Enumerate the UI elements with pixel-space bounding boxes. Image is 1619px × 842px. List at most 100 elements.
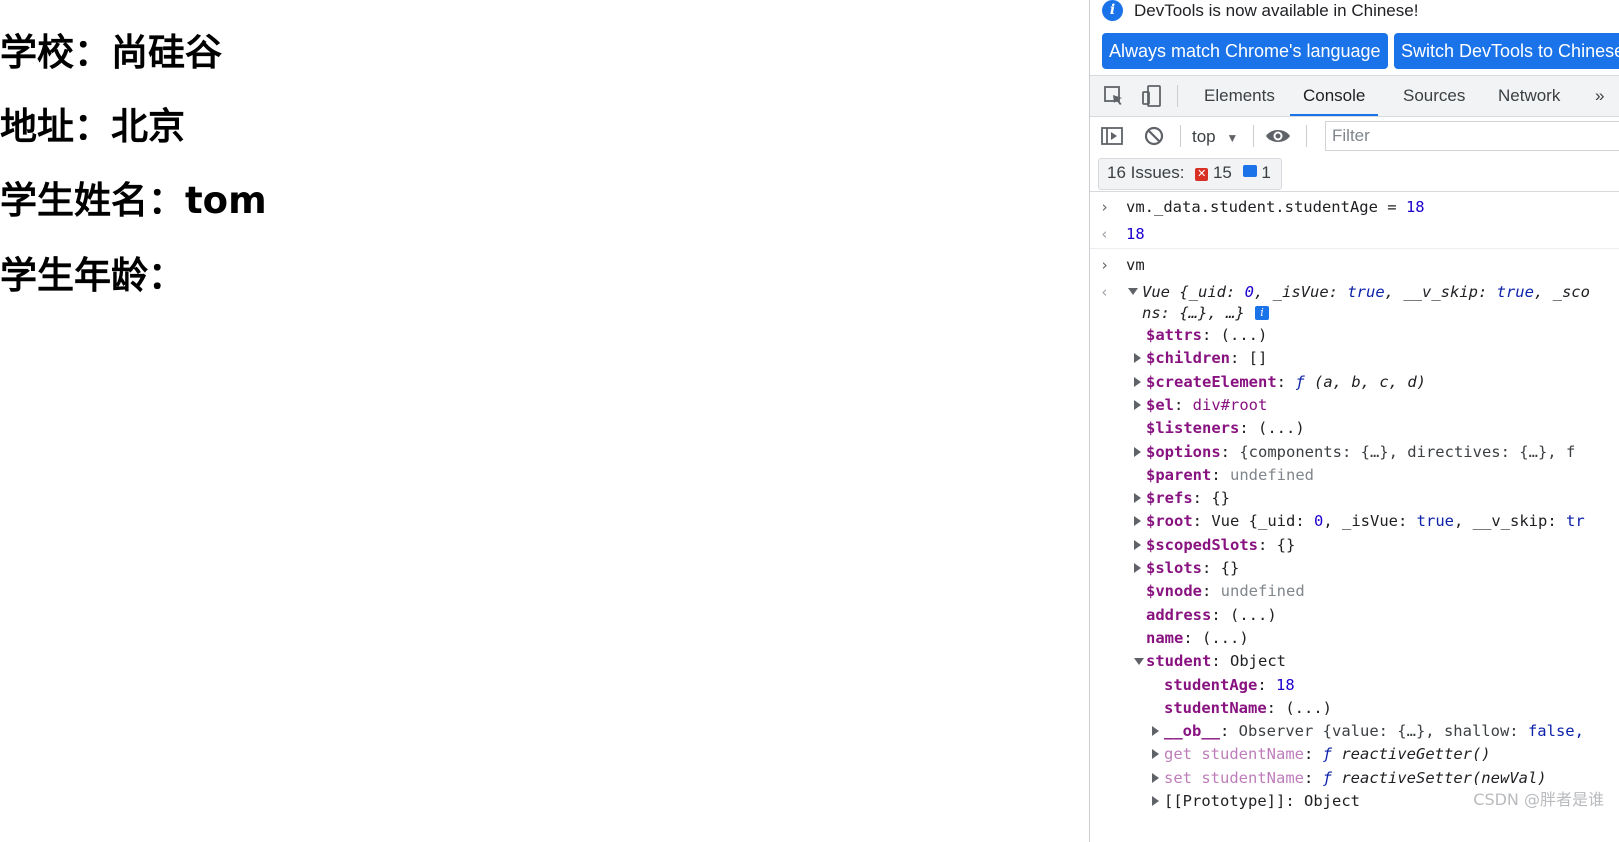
command-value: 18 (1405, 198, 1425, 216)
property-key: get studentName (1164, 745, 1304, 764)
property-value: {} (1276, 535, 1296, 554)
inspect-icon[interactable] (1102, 84, 1126, 108)
page-content: 学校：尚硅谷 地址：北京 学生姓名：tom 学生年龄： (0, 0, 1089, 842)
property-key: $listeners (1146, 419, 1240, 438)
property-key: $el (1146, 395, 1174, 414)
eye-icon[interactable] (1265, 124, 1291, 148)
property-key: $scopedSlots (1146, 535, 1258, 554)
property-separator: : (1211, 465, 1230, 484)
sidebar-icon[interactable] (1100, 124, 1124, 148)
property-separator: : (1211, 605, 1230, 624)
command-text: vm (1126, 256, 1145, 274)
property-key: $refs (1146, 489, 1193, 508)
tab-elements[interactable]: Elements (1204, 76, 1275, 116)
tab-console[interactable]: Console (1290, 76, 1379, 116)
info-icon: i (1102, 0, 1123, 21)
property-value: (...) (1230, 605, 1277, 624)
always-match-language-button[interactable]: Always match Chrome's language (1102, 33, 1388, 69)
property-key: $attrs (1146, 326, 1202, 344)
function-glyph: ƒ (1322, 745, 1332, 764)
property-value: [] (1248, 349, 1268, 368)
tab-sources[interactable]: Sources (1403, 76, 1465, 116)
language-infobar: i DevTools is now available in Chinese! … (1090, 0, 1619, 73)
expand-arrow-icon[interactable] (1134, 563, 1141, 573)
tab-network[interactable]: Network (1498, 76, 1560, 116)
property-separator: : (1303, 745, 1323, 764)
property-value: Object (1304, 792, 1360, 810)
property-separator: : (1202, 582, 1221, 601)
result-arrow-icon: ‹ (1100, 225, 1110, 243)
command-text: vm._data.student.studentAge = (1126, 198, 1406, 216)
expand-arrow-icon[interactable] (1134, 493, 1141, 504)
clear-console-icon[interactable] (1142, 124, 1166, 148)
property-number: 0 (1314, 512, 1324, 531)
expand-arrow-icon[interactable] (1152, 749, 1159, 760)
property-value: (...) (1258, 419, 1305, 438)
property-key: __ob__ (1164, 722, 1220, 741)
issues-info-count: 1 (1261, 163, 1271, 182)
expand-arrow-icon[interactable] (1134, 658, 1144, 666)
property-separator: : (1285, 792, 1304, 810)
issues-button[interactable]: 16 Issues: ✕ 15 1 (1098, 158, 1282, 190)
switch-devtools-chinese-button[interactable]: Switch DevTools to Chinese (1394, 33, 1619, 69)
context-label: top (1192, 127, 1216, 146)
property-key: student (1146, 652, 1212, 671)
expand-arrow-icon[interactable] (1152, 772, 1159, 783)
property-key: studentAge (1164, 675, 1258, 694)
property-separator: : (1192, 512, 1212, 531)
property-separator: : (1183, 628, 1202, 647)
vue-summary-key: , __v_skip: (1384, 283, 1497, 301)
devtools-tabbar: Elements Console Sources Network » (1090, 75, 1619, 117)
property-value: Observer {value: {…}, shallow: (1238, 722, 1528, 741)
vue-isvue: true (1347, 283, 1385, 301)
property-bool: true (1416, 512, 1454, 531)
student-age-heading: 学生年龄： (0, 254, 185, 297)
vue-summary: Vue {_uid: (1142, 283, 1245, 301)
context-selector[interactable]: top ▼ (1192, 117, 1238, 156)
expand-arrow-icon[interactable] (1134, 539, 1141, 550)
property-bool: tr (1565, 512, 1585, 531)
expand-arrow-icon[interactable] (1134, 399, 1141, 410)
console-toolbar: top ▼ Filter (1090, 117, 1619, 157)
expand-arrow-icon[interactable] (1152, 796, 1159, 806)
property-bool: false, (1527, 722, 1584, 741)
expand-arrow-icon[interactable] (1152, 726, 1159, 737)
property-separator: : (1211, 652, 1230, 671)
more-tabs-icon[interactable]: » (1595, 76, 1604, 116)
property-separator: : (1202, 559, 1221, 577)
property-value: {} (1220, 559, 1240, 577)
vue-uid: 0 (1244, 283, 1254, 301)
expand-arrow-icon[interactable] (1134, 376, 1141, 387)
property-separator: : (1257, 675, 1276, 694)
property-value: reactiveGetter() (1332, 745, 1491, 764)
dropdown-icon: ▼ (1226, 131, 1239, 145)
property-key: address (1146, 605, 1212, 624)
property-value: 18 (1276, 675, 1295, 694)
vue-vskip: true (1496, 283, 1534, 301)
expand-arrow-icon[interactable] (1134, 516, 1141, 527)
property-value: undefined (1220, 582, 1305, 601)
filter-input[interactable]: Filter (1325, 121, 1619, 151)
expand-arrow-icon[interactable] (1134, 446, 1141, 457)
property-key: $root (1146, 512, 1193, 531)
info-icon[interactable]: i (1255, 306, 1269, 320)
property-key: $vnode (1146, 582, 1202, 601)
console-output: › vm._data.student.studentAge = 18 ‹ 18 … (1090, 192, 1619, 842)
expand-arrow-icon[interactable] (1128, 288, 1138, 295)
property-value: Vue {_uid: (1211, 512, 1314, 531)
device-toggle-icon[interactable] (1140, 84, 1164, 108)
property-value: (a, b, c, d) (1304, 372, 1426, 391)
property-separator: : (1230, 349, 1249, 368)
property-key: $parent (1146, 465, 1212, 484)
property-separator: : (1220, 442, 1240, 461)
property-key: studentName (1164, 698, 1267, 717)
issues-row: 16 Issues: ✕ 15 1 (1090, 156, 1619, 192)
expand-arrow-icon[interactable] (1134, 353, 1141, 364)
property-key: $options (1146, 442, 1221, 461)
address-heading: 地址：北京 (0, 105, 185, 148)
property-separator: : (1276, 372, 1296, 391)
vue-summary-key: , _isVue: (1254, 283, 1348, 301)
result-value: 18 (1126, 225, 1145, 243)
error-badge-icon: ✕ (1195, 168, 1209, 181)
property-value: div#root (1192, 395, 1268, 414)
